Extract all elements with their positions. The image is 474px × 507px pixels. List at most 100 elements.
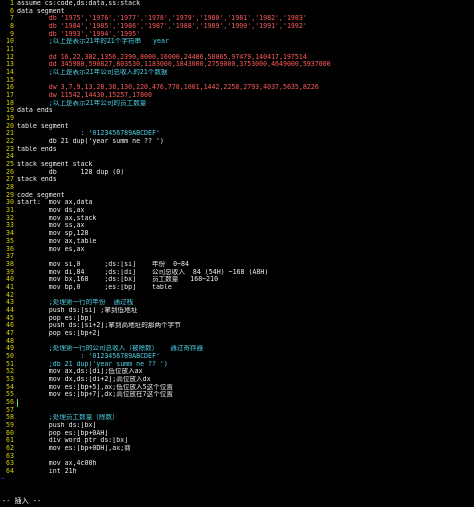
code-line[interactable]: 19 (0, 115, 474, 123)
code-line[interactable]: 35 mov ax,table (0, 238, 474, 246)
code-line[interactable]: 61 div word ptr ds:[bx] (0, 437, 474, 445)
code-line[interactable]: 33 mov ss,ax (0, 222, 474, 230)
code-text: ;以上是表示21年的21个字符串 year (17, 38, 169, 46)
code-line[interactable]: 52 mov ax,ds:[di];低位放入ax (0, 368, 474, 376)
line-number: 58 (6, 414, 14, 422)
code-line[interactable]: 42 (0, 292, 474, 300)
code-line[interactable]: 64 int 21h (0, 468, 474, 476)
code-line[interactable]: 53 mov dx,ds:[di+2];高位放入dx (0, 376, 474, 384)
code-line[interactable]: 38 mov si,0 ;ds:[si] 年份 0~84 (0, 261, 474, 269)
code-line[interactable]: 20 table segment (0, 123, 474, 131)
code-text: mov bx,168 ;ds:[bx] 员工数量 168~210 (17, 276, 219, 284)
code-text: div word ptr ds:[bx] (17, 437, 129, 445)
code-text: mov ax,4c00h (17, 460, 97, 468)
code-line[interactable]: 30 start: mov ax,data (0, 199, 474, 207)
code-line[interactable]: 55 mov es:[bp+7],dx;高位放在7这个位置 (0, 391, 474, 399)
line-number: 53 (6, 375, 14, 383)
code-line[interactable]: 22 db 21 dup('year summ ne ?? ') (0, 138, 474, 146)
code-line[interactable]: 60 pop es:[bp+0AH] (0, 430, 474, 438)
code-line[interactable]: 43 ;处理第一行的年份 通过栈 (0, 299, 474, 307)
code-line[interactable]: 26 db 128 dup (0) (0, 169, 474, 177)
code-line[interactable]: 44 push ds:[si] ;拿到低地址 (0, 307, 474, 315)
line-number: ~ (1, 475, 5, 483)
code-line[interactable]: 36 mov es,ax (0, 246, 474, 254)
code-line[interactable]: 18 ;以上是表示21年公司的员工数量 (0, 100, 474, 108)
code-line[interactable]: 8 db '1984','1985','1986','1987','1988',… (0, 23, 474, 31)
line-number: 37 (6, 253, 14, 261)
code-line[interactable]: 47 pop es:[bp+2] (0, 330, 474, 338)
code-line[interactable]: 59 push ds:[bx] (0, 422, 474, 430)
code-line[interactable]: 12 dd 16,22,382,1356,2390,8000,16000,244… (0, 54, 474, 62)
code-line[interactable]: ~ (0, 476, 474, 484)
code-line[interactable]: 13 dd 345980,590827,803530,1183000,18430… (0, 61, 474, 69)
line-number: 30 (6, 199, 14, 207)
code-line[interactable]: 10 ;以上是表示21年的21个字符串 year (0, 38, 474, 46)
code-line[interactable]: 32 mov ax,stack (0, 215, 474, 223)
code-line[interactable]: 23 table ends (0, 146, 474, 154)
code-text: : '0123456789ABCDEF' (17, 352, 160, 360)
line-number: 43 (6, 299, 14, 307)
code-line[interactable]: 16 dw 3,7,9,13,28,38,130,220,476,778,100… (0, 84, 474, 92)
code-text: ;处理第一行的年份 通过栈 (17, 299, 134, 307)
line-number: 31 (6, 207, 14, 215)
code-line[interactable]: 7 db '1975','1976','1977','1978','1979',… (0, 15, 474, 23)
code-text: ;db 21 dup('year summ ne ?? ') (17, 360, 168, 368)
status-bar: -- 插入 -- (0, 496, 474, 507)
code-line[interactable]: 24 (0, 153, 474, 161)
code-line[interactable]: 40 mov bx,168 ;ds:[bx] 员工数量 168~210 (0, 276, 474, 284)
line-number: 39 (6, 268, 14, 276)
code-line[interactable]: 54 mov es:[bp+5],ax;低位放入5这个位置 (0, 384, 474, 392)
line-number: 63 (6, 452, 14, 460)
code-line[interactable]: 31 mov ds,ax (0, 207, 474, 215)
code-line[interactable]: 56 (0, 399, 474, 407)
code-line[interactable]: 25 stack segment stack (0, 161, 474, 169)
code-line[interactable]: 21 : '0123456789ABCDEF' (0, 130, 474, 138)
line-number: 55 (6, 391, 14, 399)
code-line[interactable]: 46 push ds:[si+2];拿到高地址的那两个字节 (0, 322, 474, 330)
code-line[interactable]: 29 code segment (0, 192, 474, 200)
code-text: table segment (17, 122, 69, 130)
code-line[interactable]: 15 (0, 77, 474, 85)
code-line[interactable]: 48 (0, 338, 474, 346)
code-line[interactable]: 11 (0, 46, 474, 54)
code-line[interactable]: 37 (0, 253, 474, 261)
line-number: 15 (6, 76, 14, 84)
line-number: 19 (6, 115, 14, 123)
code-line[interactable]: 41 mov bp,0 ;es:[bp] table (0, 284, 474, 292)
code-line[interactable]: 49 ;处理第一行的公司总收入（被除数） 通过寄存器 (0, 345, 474, 353)
code-line[interactable]: 62 mov es:[bp+0DH],ax;商 (0, 445, 474, 453)
code-text: : '0123456789ABCDEF' (17, 130, 160, 138)
code-line[interactable]: 19 data ends (0, 107, 474, 115)
line-number: 20 (6, 122, 14, 130)
line-number: 24 (6, 153, 14, 161)
code-line[interactable]: 45 pop es:[bp] (0, 315, 474, 323)
code-text: mov es:[bp+5],ax;低位放入5这个位置 (17, 383, 173, 391)
code-line[interactable]: 9 db '1993','1994','1995' (0, 31, 474, 39)
line-number: 50 (6, 352, 14, 360)
code-line[interactable]: 17 dw 11542,14430,15257,17800 (0, 92, 474, 100)
code-line[interactable]: 63 mov ax,4c00h (0, 460, 474, 468)
code-line[interactable]: 1 assume cs:code,ds:data,ss:stack (0, 0, 474, 8)
code-text: data segment (17, 7, 65, 15)
code-line[interactable]: 39 mov di,84 ;ds:[di] 公司总收入 84 (54H) ~16… (0, 269, 474, 277)
code-line[interactable]: 50 : '0123456789ABCDEF' (0, 353, 474, 361)
code-line[interactable]: 34 mov sp,128 (0, 230, 474, 238)
code-text: table ends (17, 145, 57, 153)
code-line[interactable]: 63 (0, 453, 474, 461)
line-number: 10 (6, 38, 14, 46)
code-text: mov bp,0 ;es:[bp] table (17, 283, 172, 291)
code-text: ;以上是表示21年公司总收入的21个数据 (17, 69, 168, 77)
code-line[interactable]: 57 (0, 407, 474, 415)
line-number: 25 (6, 161, 14, 169)
code-line[interactable]: 51 ;db 21 dup('year summ ne ?? ') (0, 361, 474, 369)
code-text: stack ends (17, 176, 57, 184)
code-line[interactable]: 14 ;以上是表示21年公司总收入的21个数据 (0, 69, 474, 77)
code-editor[interactable]: 1 assume cs:code,ds:data,ss:stack 6 data se… (0, 0, 474, 496)
code-line[interactable]: 58 ;处理员工数量（除数） (0, 414, 474, 422)
code-text: db 21 dup('year summ ne ?? ') (17, 138, 164, 146)
code-text: assume cs:code,ds:data,ss:stack (17, 0, 141, 7)
code-line[interactable]: 6 data segment (0, 8, 474, 16)
code-text: dd 345980,590827,803530,1183000,1843000,… (17, 61, 331, 69)
code-line[interactable]: 27 stack ends (0, 176, 474, 184)
code-line[interactable]: 28 (0, 184, 474, 192)
